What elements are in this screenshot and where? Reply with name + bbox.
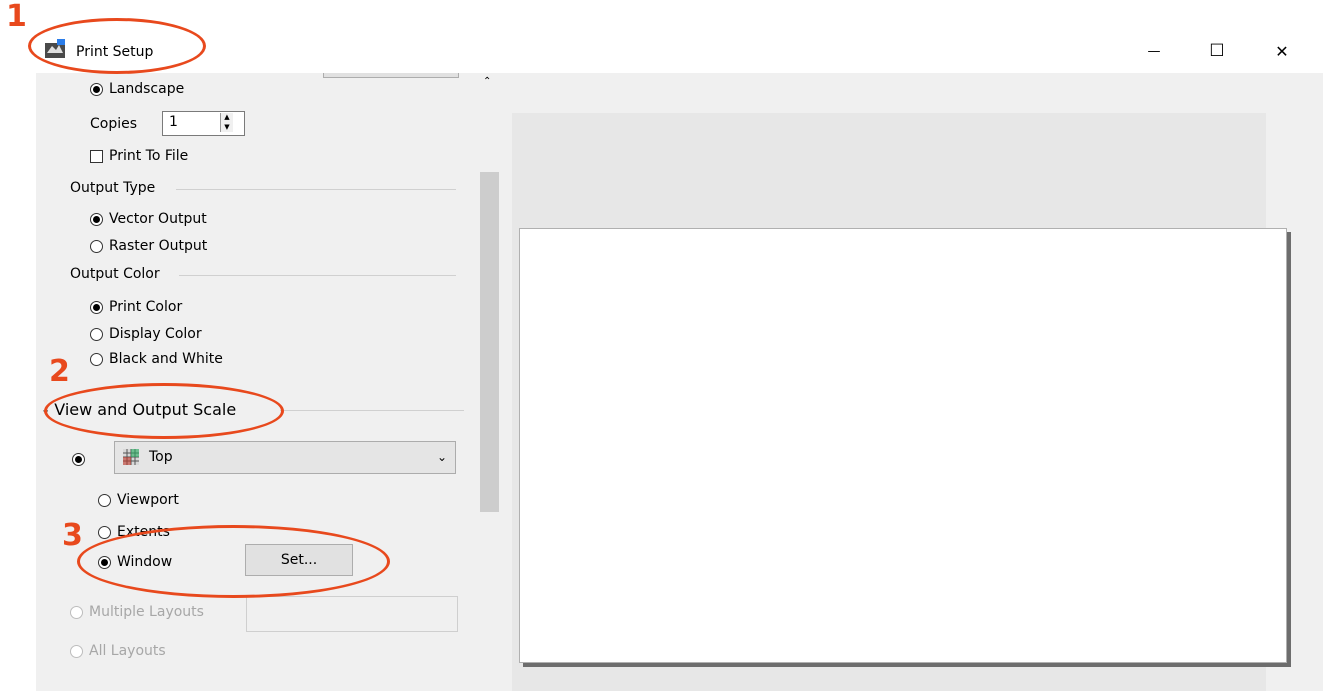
black-and-white-radio[interactable] [90, 352, 103, 366]
print-to-file-checkbox[interactable] [90, 149, 103, 163]
divider [179, 275, 456, 276]
title-bar: Print Setup — ☐ ✕ [36, 30, 1323, 73]
raster-output-radio[interactable] [90, 239, 103, 253]
raster-output-label: Raster Output [109, 238, 208, 254]
maximize-button[interactable]: ☐ [1202, 36, 1232, 66]
all-layouts-option[interactable]: All Layouts [70, 643, 166, 659]
multiple-layouts-option[interactable]: Multiple Layouts [70, 604, 204, 620]
print-color-label: Print Color [109, 299, 183, 315]
scroll-up-icon[interactable]: ⌃ [483, 76, 491, 87]
divider [176, 189, 456, 190]
view-dropdown-value: Top [149, 449, 173, 465]
settings-scrollbar[interactable]: ⌃ [480, 73, 499, 691]
copies-label: Copies [90, 116, 138, 132]
minimize-icon: — [1147, 43, 1161, 59]
scroll-thumb[interactable] [480, 172, 499, 512]
copies-value: 1 [169, 114, 178, 130]
chevron-down-icon: ⌄ [436, 450, 447, 464]
maximize-icon: ☐ [1209, 41, 1225, 61]
viewport-option[interactable]: Viewport [98, 492, 179, 508]
callout-ellipse-1 [28, 18, 206, 74]
display-color-radio[interactable] [90, 327, 103, 341]
multiple-layouts-field[interactable] [246, 596, 458, 632]
multiple-layouts-label: Multiple Layouts [89, 604, 204, 620]
copies-input[interactable]: 1 ▲ ▼ [162, 111, 245, 136]
landscape-radio[interactable] [90, 82, 103, 96]
print-to-file-option[interactable]: Print To File [90, 148, 188, 164]
vector-output-radio[interactable] [90, 212, 103, 226]
black-and-white-option[interactable]: Black and White [90, 351, 223, 367]
viewport-grid-icon [123, 449, 139, 465]
view-radio[interactable] [72, 452, 85, 466]
raster-output-option[interactable]: Raster Output [90, 238, 207, 254]
spin-up-icon[interactable]: ▲ [224, 114, 229, 121]
print-preview-page [519, 228, 1287, 663]
viewport-label: Viewport [117, 492, 179, 508]
landscape-option[interactable]: Landscape [90, 81, 184, 97]
copies-spinner[interactable]: ▲ ▼ [220, 113, 233, 132]
partial-button[interactable] [323, 73, 459, 78]
multiple-layouts-radio[interactable] [70, 605, 83, 619]
vector-output-label: Vector Output [109, 211, 207, 227]
callout-number-2: 2 [49, 354, 70, 389]
display-color-label: Display Color [109, 326, 202, 342]
vector-output-option[interactable]: Vector Output [90, 211, 207, 227]
extents-radio[interactable] [98, 525, 111, 539]
close-icon: ✕ [1275, 41, 1289, 61]
print-color-option[interactable]: Print Color [90, 299, 182, 315]
copies-label-wrap: Copies [90, 116, 137, 132]
print-to-file-label: Print To File [109, 148, 189, 164]
callout-number-3: 3 [62, 518, 83, 553]
close-button[interactable]: ✕ [1267, 36, 1297, 66]
viewport-radio[interactable] [98, 493, 111, 507]
minimize-button[interactable]: — [1139, 36, 1169, 66]
black-and-white-label: Black and White [109, 351, 223, 367]
output-type-heading: Output Type [70, 180, 156, 196]
callout-ellipse-3 [77, 525, 390, 598]
divider [280, 410, 464, 411]
callout-ellipse-2 [44, 383, 284, 439]
landscape-label: Landscape [109, 81, 185, 97]
view-dropdown[interactable]: Top ⌄ [114, 441, 456, 474]
callout-number-1: 1 [6, 0, 27, 34]
print-color-radio[interactable] [90, 300, 103, 314]
spin-down-icon[interactable]: ▼ [224, 123, 229, 131]
all-layouts-radio[interactable] [70, 644, 83, 658]
display-color-option[interactable]: Display Color [90, 326, 202, 342]
all-layouts-label: All Layouts [89, 643, 166, 659]
output-color-heading: Output Color [70, 266, 160, 282]
